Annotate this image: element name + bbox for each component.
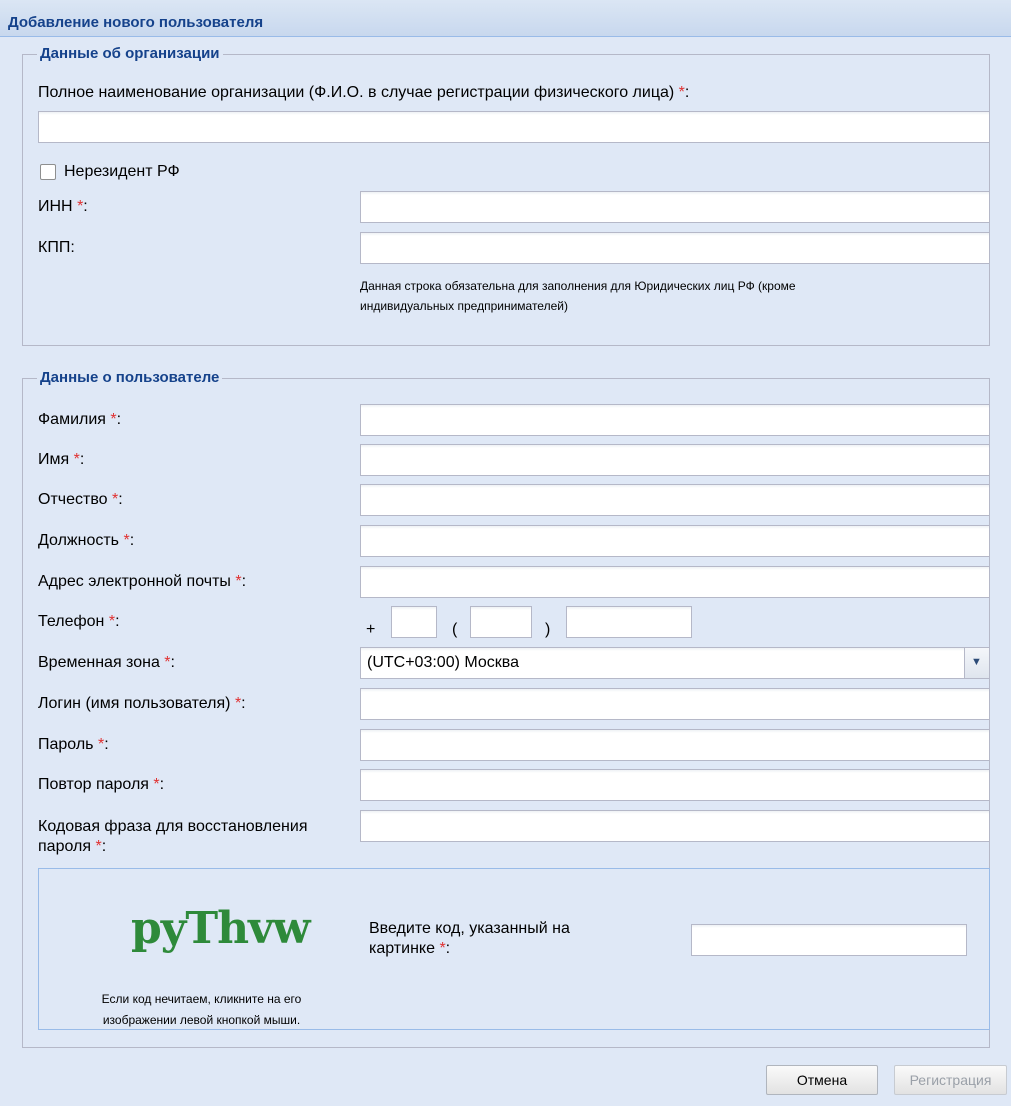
window-title: Добавление нового пользователя (8, 14, 264, 31)
inn-input[interactable] (360, 191, 990, 223)
inn-label: ИНН *: (38, 198, 88, 215)
full-name-label: Полное наименование организации (Ф.И.О. … (38, 84, 690, 101)
phone-country-input[interactable] (391, 606, 437, 638)
codephrase-label: Кодовая фраза для восстановления пароля … (38, 818, 308, 855)
cancel-button[interactable]: Отмена (766, 1065, 878, 1095)
captcha-input[interactable] (691, 924, 967, 956)
captcha-hint: Если код нечитаем, кликните на его изобр… (101, 992, 302, 1027)
phone-open-paren: ( (452, 621, 458, 638)
chevron-down-icon: ▼ (971, 656, 982, 668)
register-button[interactable]: Регистрация (894, 1065, 1007, 1095)
org-legend: Данные об организации (37, 45, 223, 62)
captcha-prompt: Введите код, указанный на картинке *: (369, 920, 570, 957)
email-input[interactable] (360, 566, 990, 598)
login-input[interactable] (360, 688, 990, 720)
window-titlebar: Добавление нового пользователя (0, 0, 1011, 37)
kpp-label: КПП: (38, 239, 75, 256)
patronymic-input[interactable] (360, 484, 990, 516)
position-input[interactable] (360, 525, 990, 557)
password-label: Пароль *: (38, 736, 109, 753)
captcha-panel: pyThvw Если код нечитаем, кликните на ег… (38, 868, 990, 1030)
firstname-label: Имя *: (38, 451, 85, 468)
codephrase-input[interactable] (360, 810, 990, 842)
phone-plus: + (366, 621, 376, 638)
password-input[interactable] (360, 729, 990, 761)
timezone-label: Временная зона *: (38, 654, 175, 671)
position-label: Должность *: (38, 532, 135, 549)
password-repeat-input[interactable] (360, 769, 990, 801)
login-label: Логин (имя пользователя) *: (38, 695, 246, 712)
captcha-image[interactable]: pyThvw (131, 907, 311, 951)
timezone-value: (UTC+03:00) Москва (367, 654, 519, 671)
user-legend: Данные о пользователе (37, 369, 223, 386)
patronymic-label: Отчество *: (38, 491, 123, 508)
nonresident-label: Нерезидент РФ (64, 163, 180, 180)
lastname-input[interactable] (360, 404, 990, 436)
lastname-label: Фамилия *: (38, 411, 122, 428)
phone-area-input[interactable] (470, 606, 532, 638)
phone-close-paren: ) (545, 621, 551, 638)
kpp-input[interactable] (360, 232, 990, 264)
kpp-note: Данная строка обязательна для заполнения… (360, 279, 796, 313)
timezone-dropdown-button[interactable]: ▼ (964, 648, 989, 678)
firstname-input[interactable] (360, 444, 990, 476)
full-name-input[interactable] (38, 111, 990, 143)
nonresident-checkbox[interactable] (40, 164, 56, 180)
password-repeat-label: Повтор пароля *: (38, 776, 165, 793)
phone-number-input[interactable] (566, 606, 692, 638)
phone-label: Телефон *: (38, 613, 120, 630)
email-label: Адрес электронной почты *: (38, 573, 247, 590)
timezone-select[interactable]: (UTC+03:00) Москва ▼ (360, 647, 990, 679)
